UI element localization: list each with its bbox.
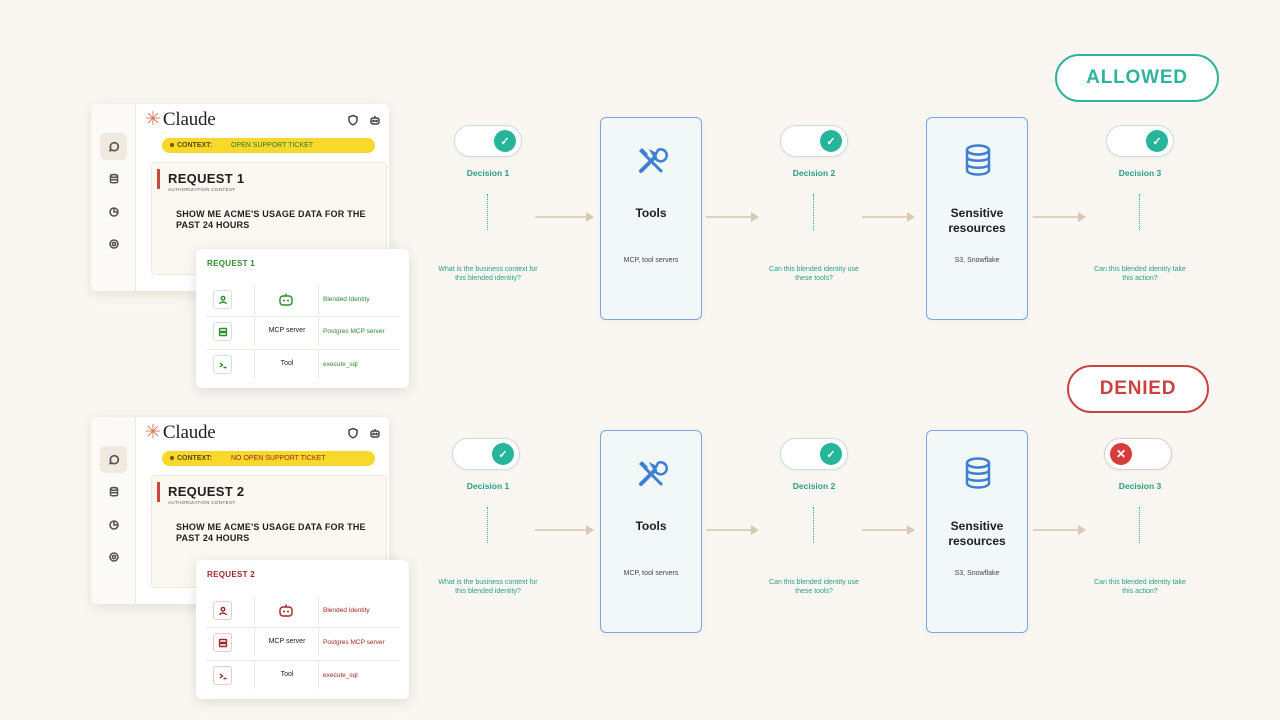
dotted-connector (487, 507, 489, 543)
decision-3-toggle[interactable]: ✕ (1104, 438, 1172, 470)
flow-arrow (706, 525, 759, 535)
sensitive-resources-box: Sensitive resources S3, Snowflake (926, 430, 1028, 633)
decision-2-question: Can this blended identity use these tool… (769, 579, 859, 596)
database-icon (965, 457, 991, 489)
tools-icon (639, 461, 668, 486)
request-row-2: ✳ Claude CONTEXT: NO OPEN SUPPORT TICKET… (0, 0, 1280, 720)
cross-icon: ✕ (1110, 443, 1132, 465)
decision-1-toggle[interactable]: ✓ (452, 438, 520, 470)
sensitive-title: Sensitive resources (948, 519, 1006, 548)
denied-badge: DENIED (1067, 365, 1209, 413)
dotted-connector (813, 507, 815, 543)
tool-label: Tool (280, 671, 294, 678)
tools-subtitle: MCP, tool servers (623, 570, 679, 577)
dotted-connector (1139, 507, 1141, 543)
terminal-icon (213, 666, 232, 685)
decision-3-question: Can this blended identity take this acti… (1094, 579, 1186, 596)
flow-arrow (535, 525, 594, 535)
decision-1-label: Decision 1 (466, 481, 510, 491)
check-icon: ✓ (492, 443, 514, 465)
tools-box: Tools MCP, tool servers (600, 430, 702, 633)
tools-title: Tools (635, 519, 667, 533)
flow-arrow (862, 525, 915, 535)
decision-1-question: What is the business context for this bl… (438, 579, 538, 596)
sensitive-subtitle: S3, Snowflake (954, 570, 1000, 577)
check-icon: ✓ (820, 443, 842, 465)
flow-arrow (1033, 525, 1086, 535)
tool-value: execute_sql (323, 672, 358, 679)
decision-3-label: Decision 3 (1118, 481, 1162, 491)
decision-2-toggle[interactable]: ✓ (780, 438, 848, 470)
decision-2-label: Decision 2 (792, 481, 836, 491)
